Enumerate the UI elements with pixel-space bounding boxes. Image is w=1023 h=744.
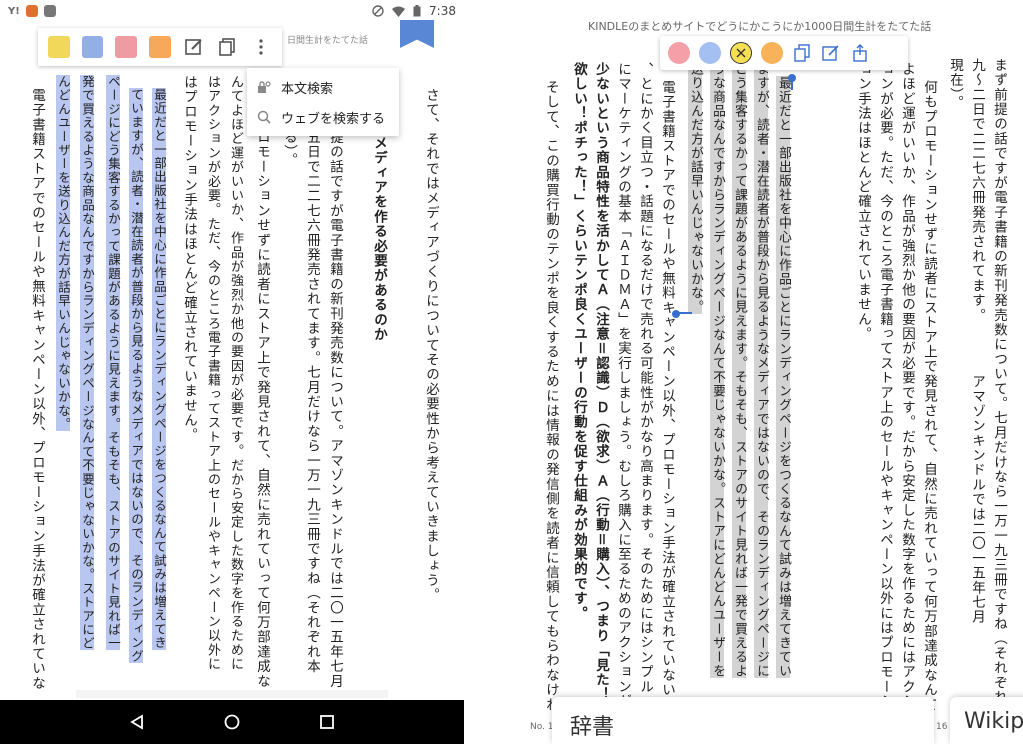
selection-start-line [791, 78, 793, 90]
text-column: よほど運がいいか、作品が強烈か他の要因が必要です。だから安定した数字を作るために… [899, 62, 915, 709]
highlighted-text-column[interactable]: どう集客するかって課題があるように見えます。そもそも、ストアのサイト見れば一発で… [732, 62, 747, 678]
bookmark-ribbon-icon[interactable] [400, 20, 434, 48]
yellow-highlight-remove-button[interactable] [730, 42, 752, 64]
book-title-header: 日間生計をたてた話 [287, 36, 369, 46]
text-column: はアクションが必要。ただ、今のところ電子書籍ってストア上のセールやキャンペーン以… [205, 75, 220, 672]
copy-icon[interactable] [792, 43, 812, 63]
android-reader-panel: Y! 7:38 日間生計をたてた話 さて、それではメディアづくりについてその必要… [0, 0, 464, 744]
search-in-book-label: 本文検索 [281, 81, 334, 97]
app-notification-icon [25, 5, 38, 17]
kindle-reader-panel: KINDLEのまとめサイトでどうにかこうにか1000日間生計をたてた話 まず前提… [464, 0, 1023, 744]
highlighted-text-column[interactable]: ページにどう集客するかって課題があるように見えます。そもそも、ストアのサイト見れ… [106, 75, 121, 651]
blue-highlight-button[interactable] [699, 42, 721, 64]
text-column: 電子書籍ストアでのセールや無料キャンペーン以外、プロモーション手法が確立されてい… [659, 80, 675, 713]
wikipedia-label: Wikip [964, 709, 1023, 734]
search-in-book-item[interactable]: 本文検索 [247, 72, 399, 102]
orange-highlight-button[interactable] [149, 36, 171, 58]
recents-icon[interactable] [317, 712, 337, 732]
highlighted-text-column[interactable]: 送り込んだ方が話早いんじゃないかな。 [688, 62, 703, 314]
highlight-toolbar [38, 28, 282, 66]
selection-end-line [678, 312, 692, 314]
search-web-label: ウェブを検索する [281, 111, 386, 127]
pink-highlight-button[interactable] [668, 42, 690, 64]
text-column: 何もプロモーションせずに読者にストア上で発見されて、自然に売れていって何万部達成… [921, 80, 937, 713]
back-icon[interactable] [127, 712, 147, 732]
text-column: にマーケティングの基本「ＡＩＤＭＡ」を実行しましょう。むしろ購入に至るためのアク… [615, 62, 631, 709]
text-column: ョン手法はほとんど確立されていません。 [855, 62, 871, 342]
android-navigation-bar [0, 700, 464, 744]
status-time: 7:38 [429, 4, 456, 18]
copy-icon[interactable] [217, 36, 239, 58]
text-column: んてよほど運がいいか、作品が強烈か他の要因が必要です。だから安定した数字を作るた… [228, 75, 243, 672]
text-column: はプロモーション手法はほとんど確立されていません。 [181, 75, 197, 443]
lock-search-icon [258, 81, 271, 93]
highlighted-text-column[interactable]: んどんユーザーを送り込んだ方が話早いんじゃないかな。 [56, 75, 71, 432]
text-column: さて、それではメディアづくりについてその必要性から考えていきましょう。 [423, 88, 439, 603]
highlighted-text-column[interactable]: 最近だと一部出版社を中心に作品ごとにランディングページをつくるなんて試みは増えて… [152, 88, 167, 650]
highlighted-text-column[interactable]: 最近だと一部出版社を中心に作品ごとにランディングページをつくるなんて試みは増えて… [776, 76, 791, 678]
calendar-notification-icon [43, 5, 56, 17]
edit-icon[interactable] [183, 36, 205, 58]
highlighted-text-column[interactable]: ますが、読者・潜在読者が普段から見るようなメディアではないので、そのランディング… [754, 62, 769, 678]
close-icon [736, 48, 746, 58]
bottom-sheet-edge [76, 690, 388, 698]
highlight-toolbar [660, 36, 908, 70]
wikipedia-card[interactable]: Wikip [950, 697, 1023, 744]
overflow-menu: 本文検索 ウェブを検索する [247, 68, 399, 136]
dictionary-label: 辞書 [570, 715, 615, 740]
share-icon[interactable] [850, 43, 870, 63]
location-label-right: 16 [936, 722, 948, 732]
text-column: 九～二日で二二七六冊発売されてます。 アマゾンキンドルでは二〇一五年七月 [969, 58, 985, 625]
text-column: 提の話ですが電子書籍の新刊発売数について。アマゾンキンドルでは二〇一五年七月 [327, 130, 343, 689]
text-column: ョンが必要。ただ、今のところ電子書籍ってストア上のセールやキャンペーン以外にはプ… [877, 62, 893, 709]
text-column: そして、この購買行動のテンポを良くするためには情報の発信側を読者に信頼してもらわ… [543, 80, 559, 713]
yellow-highlight-button[interactable] [48, 36, 70, 58]
blue-highlight-button[interactable] [81, 36, 104, 58]
wifi-icon [392, 6, 406, 17]
highlighted-text-column[interactable]: 発で買えるような商品なんですからランディングページなんて不要じゃないかな。ストア… [80, 75, 95, 651]
location-label-left: No. 1 [530, 722, 554, 732]
battery-icon [413, 5, 421, 17]
text-column: 五日で二二七六冊発売されてます。七月だけなら一万一九三冊ですね（それぞれ本 [304, 130, 320, 674]
text-column: 欲しい！ポチった！」くらいテンポ良くユーザーの行動を促す仕組みが効果的です。 [571, 62, 587, 621]
text-column: メディアを作る必要があるのか [371, 136, 387, 342]
yahoo-app-icon: Y! [8, 5, 20, 17]
pink-highlight-button[interactable] [115, 36, 138, 58]
do-not-disturb-icon [372, 5, 384, 17]
book-title-header: KINDLEのまとめサイトでどうにかこうにか1000日間生計をたてた話 [588, 20, 932, 33]
text-column: 、とにかく目立つ・話題になるだけで売れる可能性がかなり高まります。そのためにはシ… [637, 62, 653, 695]
home-icon[interactable] [222, 712, 242, 732]
orange-highlight-button[interactable] [761, 42, 783, 64]
text-column: 少ないという商品特性を活かしてＡ（注意＝認識）Ｄ（欲求）Ａ（行動＝購入）、つまり… [593, 62, 609, 703]
text-column: ロモーションせずに読者にストア上で発見されて、自然に売れていって何万部達成な [254, 130, 270, 689]
text-column: 電子書籍ストアでのセールや無料キャンペーン以外、プロモーション手法が確立されてい… [29, 88, 45, 691]
text-column: まず前提の話ですが電子書籍の新刊発売数について。七月だけなら一万一九三冊ですね（… [991, 58, 1007, 744]
highlighted-text-column[interactable]: うな商品なんですからランディングページなんて不要じゃないかな。ストアにどんどんユ… [710, 62, 725, 678]
search-web-item[interactable]: ウェブを検索する [247, 102, 399, 132]
highlighted-text-column[interactable]: ていますが、読者・潜在読者が普段から見るようなメディアではないので、そのランディ… [129, 88, 144, 664]
dictionary-card[interactable]: 辞書 [552, 697, 934, 744]
web-search-icon [257, 110, 271, 124]
more-vert-icon[interactable] [250, 36, 272, 58]
text-column: 現在）。 [947, 58, 963, 111]
status-bar: Y! 7:38 [0, 0, 464, 22]
note-icon[interactable] [821, 43, 841, 63]
